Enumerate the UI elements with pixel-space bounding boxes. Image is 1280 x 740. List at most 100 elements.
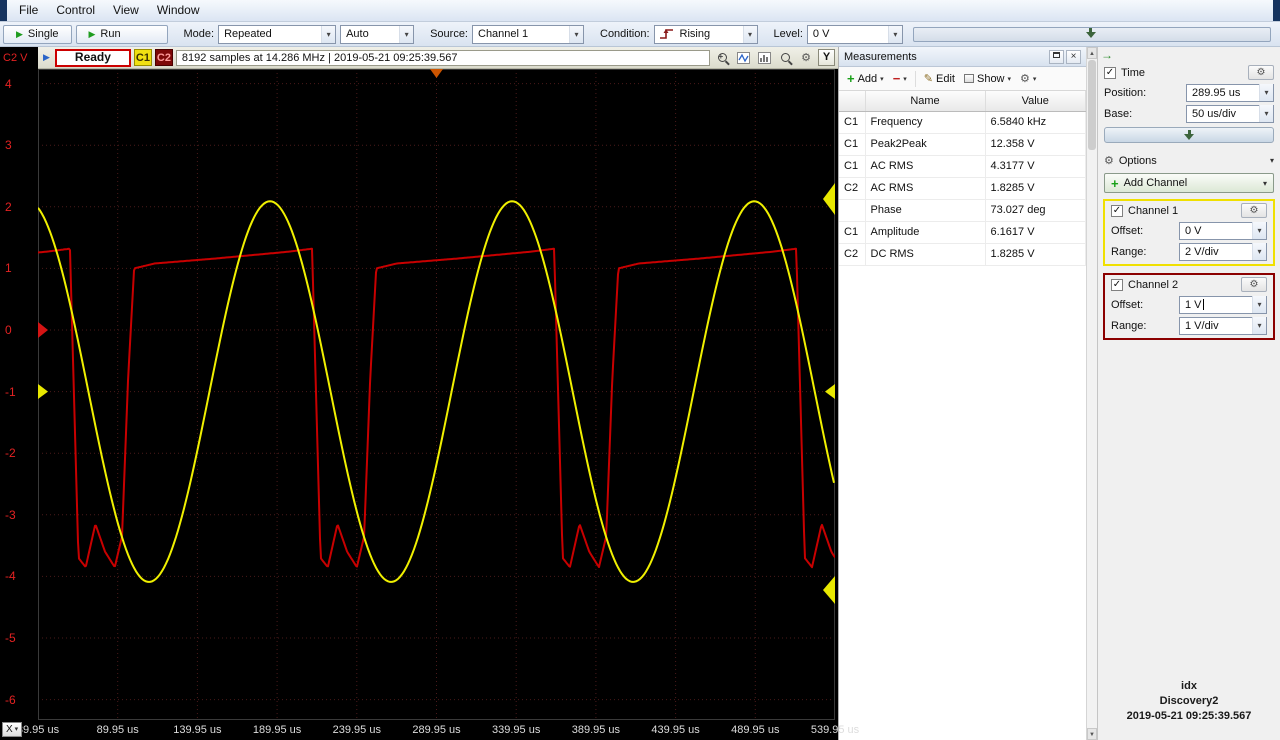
level-input[interactable]: 0 V ▾ [806,24,903,44]
channel1-offset-input[interactable]: 0 V ▾ [1179,221,1267,240]
run-button[interactable]: ▶ Run [75,24,168,44]
x-axis: X ▾ 39.95 us 89.95 us 139.95 us 189.95 us 23… [0,720,859,740]
edit-measurement-button[interactable]: ✎ Edit [920,69,959,89]
base-label: Base: [1104,107,1133,120]
y-tick-label: -1 [5,384,16,399]
measurements-settings-button[interactable]: ⚙ ▾ [1016,69,1040,89]
device-model: Discovery2 [1159,695,1219,707]
scroll-down-icon[interactable]: ▼ [1087,728,1097,740]
time-base-input[interactable]: 50 us/div ▾ [1186,104,1274,123]
menu-file[interactable]: File [10,0,47,21]
measurement-ch: C1 [839,155,866,178]
channel1-settings-button[interactable]: ⚙ [1241,203,1267,218]
time-position-input[interactable]: 289.95 us ▾ [1186,83,1274,102]
add-channel-button[interactable]: + Add Channel ▾ [1104,173,1274,193]
main-area: C2 V ▶ Ready C1 C2 8192 samples at 14.28… [0,47,1280,740]
menu-window[interactable]: Window [148,0,209,21]
x-tick-label: 239.95 us [332,724,381,736]
scope-header-bar: ▶ Ready C1 C2 8192 samples at 14.286 MHz… [38,47,838,69]
channel2-offset-input[interactable]: 1 V ▾ [1179,295,1267,314]
measurement-value: 6.5840 kHz [985,111,1086,134]
scroll-up-icon[interactable]: ▲ [1087,47,1097,59]
channel2-range-input[interactable]: 1 V/div ▾ [1179,316,1267,335]
source-select[interactable]: Channel 1 ▾ [472,24,584,44]
close-icon[interactable]: × [1066,49,1081,64]
x-axis-button[interactable]: X ▾ [2,722,23,737]
name-column-header: Name [865,91,986,112]
time-position-scrollbar[interactable] [1104,127,1274,143]
measurement-row[interactable]: C1 AC RMS 4.3177 V [839,155,1086,178]
show-measurement-button[interactable]: Show ▾ [960,69,1015,89]
channel2-checkbox[interactable]: ✓ [1111,278,1123,291]
chevron-down-icon: ▾ [1032,75,1037,83]
histogram-icon[interactable] [755,49,773,67]
tab-channel2[interactable]: C2 [154,49,173,66]
minus-icon: − [892,71,901,86]
y-axis-button[interactable]: Y [818,49,835,66]
menu-items: File Control View Window [7,0,1273,21]
single-button[interactable]: ▶ Single [3,24,72,44]
measurement-row[interactable]: C1 Frequency 6.5840 kHz [839,111,1086,134]
measurement-value: 4.3177 V [985,155,1086,178]
measurement-row[interactable]: C2 AC RMS 1.8285 V [839,177,1086,200]
slider-marker-icon[interactable] [1085,27,1096,38]
tab-channel1[interactable]: C1 [133,49,152,66]
scrollbar-thumb[interactable] [1088,60,1096,150]
measurement-row[interactable]: Phase 73.027 deg [839,199,1086,222]
remove-measurement-button[interactable]: − ▾ [889,69,911,89]
position-label: Position: [1104,86,1147,99]
x-tick-label: 339.95 us [492,724,541,736]
measurement-row[interactable]: C1 Peak2Peak 12.358 V [839,133,1086,156]
time-settings-button[interactable]: ⚙ [1248,65,1274,80]
channel1-range-input[interactable]: 2 V/div ▾ [1179,242,1267,261]
y-axis-unit-label: C2 V [0,47,38,69]
y-tick-label: -4 [5,569,16,584]
measurements-panel: Measurements × + Add ▾ − ▾ ✎ Edit Show ▾… [838,47,1086,740]
measurement-row[interactable]: C1 Amplitude 6.1617 V [839,221,1086,244]
zoom-in-icon[interactable]: + [713,49,731,67]
panel-collapse-arrow-icon[interactable]: → [1101,48,1113,62]
mode-select[interactable]: Repeated ▾ [218,24,337,44]
plus-icon: + [1111,175,1119,191]
plot-style-icon[interactable] [734,49,752,67]
channel1-checkbox[interactable]: ✓ [1111,204,1123,217]
run-label: Run [100,28,121,40]
scope-plot[interactable]: 4 3 2 1 0 -1 -2 -3 -4 -5 -6 [0,69,838,720]
measurement-name: Amplitude [865,221,986,244]
divider [914,70,916,87]
channel2-label: Channel 2 [1128,278,1179,291]
condition-select[interactable]: Rising ▾ [653,24,758,44]
chevron-down-icon: ▾ [399,25,414,43]
float-panel-icon[interactable] [1049,49,1064,64]
scope-panel: C2 V ▶ Ready C1 C2 8192 samples at 14.28… [0,47,859,740]
value-column-header: Value [985,91,1086,112]
options-row[interactable]: ⚙ Options ▾ [1098,151,1280,170]
mode-label: Mode: [183,28,215,40]
x-tick-label: 89.95 us [96,724,139,736]
rising-edge-icon [659,29,673,39]
add-measurement-button[interactable]: + Add ▾ [843,69,888,89]
measurements-toolbar: + Add ▾ − ▾ ✎ Edit Show ▾ ⚙ ▾ [839,67,1086,91]
zoom-icon[interactable] [776,49,794,67]
chevron-down-icon: ▾ [742,25,757,43]
x-tick-label: 489.95 us [731,724,780,736]
trigger-level-slider[interactable] [912,26,1271,42]
source-label: Source: [430,28,468,40]
status-badge: Ready [54,48,131,67]
trigger-auto-select[interactable]: Auto ▾ [340,24,415,44]
waveform-canvas[interactable] [38,69,835,720]
plot-settings-gear-icon[interactable]: ⚙ [797,49,815,67]
measurement-row[interactable]: C2 DC RMS 1.8285 V [839,243,1086,266]
measurement-value: 1.8285 V [985,243,1086,266]
chevron-down-icon: ▾ [321,25,336,43]
time-checkbox[interactable]: ✓ [1104,66,1116,79]
channel1-header: ✓ Channel 1 ⚙ [1105,201,1273,220]
menu-view[interactable]: View [104,0,148,21]
collapse-arrow-icon[interactable]: ▶ [41,52,52,63]
run-play-icon: ▶ [88,28,96,39]
single-play-icon: ▶ [16,28,23,39]
channel2-settings-button[interactable]: ⚙ [1241,277,1267,292]
vertical-scrollbar[interactable]: ▲ ▼ [1086,47,1097,740]
menu-control[interactable]: Control [47,0,104,21]
chevron-down-icon: ▾ [1259,84,1273,101]
